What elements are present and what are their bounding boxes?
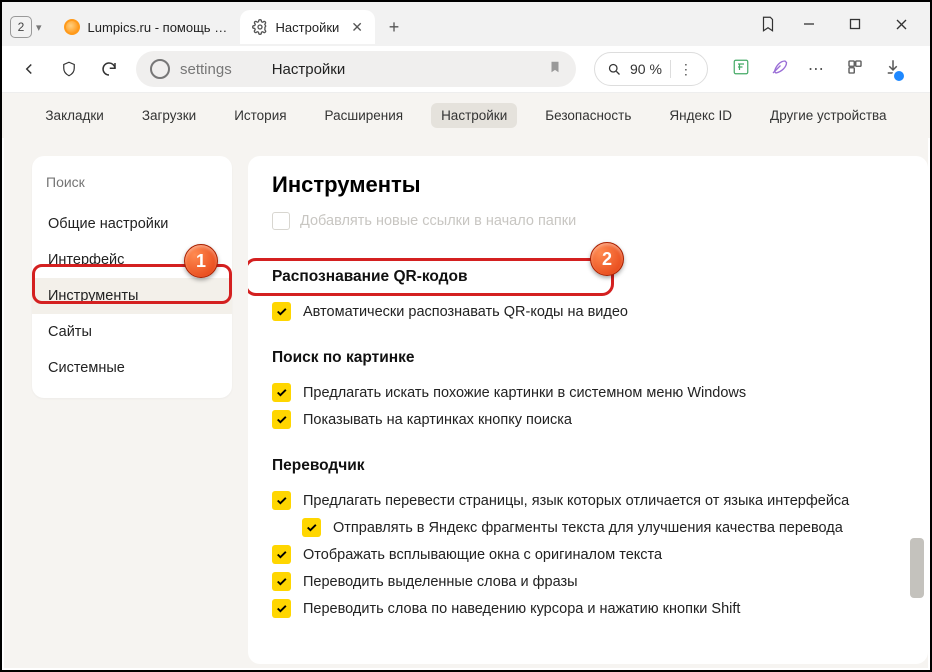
option-label: Автоматически распознавать QR-коды на ви…	[303, 304, 628, 320]
yandex-circle-icon	[150, 59, 170, 79]
checkbox-checked-icon[interactable]	[272, 383, 291, 402]
back-button[interactable]	[12, 52, 46, 86]
reload-button[interactable]	[92, 52, 126, 86]
section-translator-title: Переводчик	[272, 457, 904, 475]
topnav-yandex-id[interactable]: Яндекс ID	[659, 103, 742, 128]
scrollbar-thumb[interactable]	[910, 538, 924, 598]
sidebar-search-input[interactable]	[42, 168, 222, 196]
option-translate-hover-shift[interactable]: Переводить слова по наведению курсора и …	[272, 595, 904, 622]
close-icon[interactable]: ✕	[351, 19, 363, 36]
faded-previous-option: Добавлять новые ссылки в начало папки	[272, 208, 904, 244]
option-translate-send-yandex[interactable]: Отправлять в Яндекс фрагменты текста для…	[302, 514, 904, 541]
option-label: Предлагать перевести страницы, язык кото…	[303, 493, 849, 509]
address-field[interactable]: settings Настройки	[136, 51, 576, 87]
zoom-value: 90 %	[630, 61, 662, 77]
option-label: Показывать на картинках кнопку поиска	[303, 412, 572, 428]
option-label: Переводить слова по наведению курсора и …	[303, 601, 740, 617]
window-close-button[interactable]	[878, 6, 924, 42]
bookmark-ribbon-icon[interactable]	[750, 6, 786, 42]
address-toolbar: settings Настройки 90 % ⋮ ⋯	[2, 46, 930, 92]
topnav-extensions[interactable]: Расширения	[315, 103, 414, 128]
checkbox-checked-icon[interactable]	[302, 518, 321, 537]
option-label: Предлагать искать похожие картинки в сис…	[303, 385, 746, 401]
checkbox-checked-icon[interactable]	[272, 302, 291, 321]
option-imgsearch-show-button[interactable]: Показывать на картинках кнопку поиска	[272, 406, 904, 433]
option-qr-auto[interactable]: Автоматически распознавать QR-коды на ви…	[272, 298, 904, 325]
feather-icon[interactable]	[770, 58, 788, 81]
annotation-badge-1: 1	[184, 244, 218, 278]
more-icon[interactable]: ⋯	[808, 59, 826, 79]
new-tab-button[interactable]: +	[381, 14, 407, 40]
topnav-settings[interactable]: Настройки	[431, 103, 517, 128]
option-label: Отображать всплывающие окна с оригиналом…	[303, 547, 662, 563]
search-icon	[607, 62, 622, 77]
checkbox-checked-icon[interactable]	[272, 599, 291, 618]
shield-icon[interactable]	[52, 52, 86, 86]
option-label: Отправлять в Яндекс фрагменты текста для…	[333, 520, 843, 536]
zoom-control[interactable]: 90 % ⋮	[594, 52, 708, 86]
translate-icon[interactable]	[732, 58, 750, 81]
checkbox-disabled-icon	[272, 212, 290, 230]
content-heading: Инструменты	[272, 172, 904, 198]
kebab-icon[interactable]: ⋮	[679, 61, 695, 78]
topnav-history[interactable]: История	[224, 103, 296, 128]
annotation-badge-2: 2	[590, 242, 624, 276]
option-translate-popup-original[interactable]: Отображать всплывающие окна с оригиналом…	[272, 541, 904, 568]
sidebar-item-system[interactable]: Системные	[32, 350, 232, 386]
section-qr-title: Распознавание QR-кодов	[272, 268, 904, 286]
checkbox-checked-icon[interactable]	[272, 545, 291, 564]
bookmark-flag-icon[interactable]	[548, 59, 562, 80]
sidebar-item-general[interactable]: Общие настройки	[32, 206, 232, 242]
gear-icon	[252, 19, 268, 35]
faded-label: Добавлять новые ссылки в начало папки	[300, 213, 576, 229]
tab-label: Lumpics.ru - помощь с ком	[88, 20, 228, 35]
section-imgsearch-title: Поиск по картинке	[272, 349, 904, 367]
tab-label: Настройки	[276, 20, 340, 35]
checkbox-checked-icon[interactable]	[272, 410, 291, 429]
window-titlebar: 2 ▾ Lumpics.ru - помощь с ком Настройки …	[2, 2, 930, 46]
page-title: Настройки	[272, 61, 346, 78]
option-imgsearch-windows-menu[interactable]: Предлагать искать похожие картинки в сис…	[272, 379, 904, 406]
settings-content: Инструменты Добавлять новые ссылки в нач…	[248, 156, 928, 664]
browser-tab-settings[interactable]: Настройки ✕	[240, 10, 375, 44]
sidebar-item-tools[interactable]: Инструменты	[32, 278, 232, 314]
extensions-icon[interactable]	[846, 58, 864, 81]
sidebar-item-sites[interactable]: Сайты	[32, 314, 232, 350]
option-translate-selected[interactable]: Переводить выделенные слова и фразы	[272, 568, 904, 595]
tab-count-box[interactable]: 2	[10, 16, 32, 38]
topnav-downloads[interactable]: Загрузки	[132, 103, 206, 128]
window-maximize-button[interactable]	[832, 6, 878, 42]
option-translate-offer[interactable]: Предлагать перевести страницы, язык кото…	[272, 487, 904, 514]
chevron-down-icon[interactable]: ▾	[36, 21, 42, 34]
checkbox-checked-icon[interactable]	[272, 572, 291, 591]
topnav-other-devices[interactable]: Другие устройства	[760, 103, 897, 128]
orange-favicon-icon	[64, 19, 80, 35]
window-minimize-button[interactable]	[786, 6, 832, 42]
browser-tab-lumpics[interactable]: Lumpics.ru - помощь с ком	[52, 10, 240, 44]
downloads-icon[interactable]	[884, 58, 902, 81]
address-url: settings	[180, 61, 232, 78]
topnav-security[interactable]: Безопасность	[535, 103, 641, 128]
option-label: Переводить выделенные слова и фразы	[303, 574, 578, 590]
settings-top-nav: Закладки Загрузки История Расширения Нас…	[2, 92, 930, 138]
checkbox-checked-icon[interactable]	[272, 491, 291, 510]
topnav-bookmarks[interactable]: Закладки	[35, 103, 113, 128]
